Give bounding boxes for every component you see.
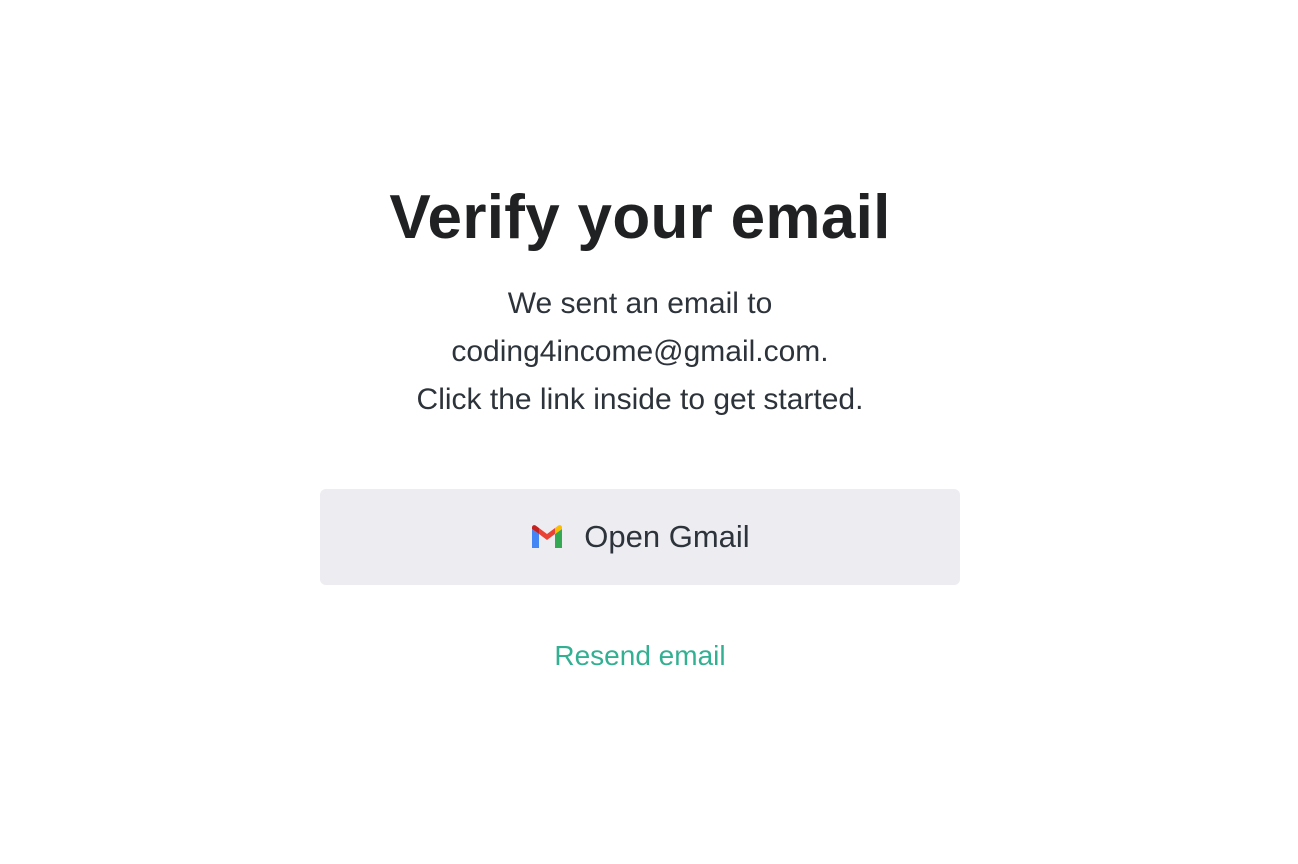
message-line-instruction: Click the link inside to get started.	[416, 383, 864, 416]
gmail-icon	[530, 524, 564, 550]
resend-email-link[interactable]: Resend email	[0, 634, 1280, 678]
open-gmail-button[interactable]: Open Gmail	[320, 489, 960, 585]
open-gmail-label: Open Gmail	[584, 519, 750, 554]
verify-email-page: Verify your email We sent an email to co…	[0, 0, 1298, 864]
message-line-sent: We sent an email to	[507, 287, 773, 320]
verification-message: We sent an email to coding4income@gmail.…	[0, 280, 1280, 424]
message-email-address: coding4income@gmail.com.	[451, 335, 829, 368]
page-title: Verify your email	[389, 183, 891, 252]
